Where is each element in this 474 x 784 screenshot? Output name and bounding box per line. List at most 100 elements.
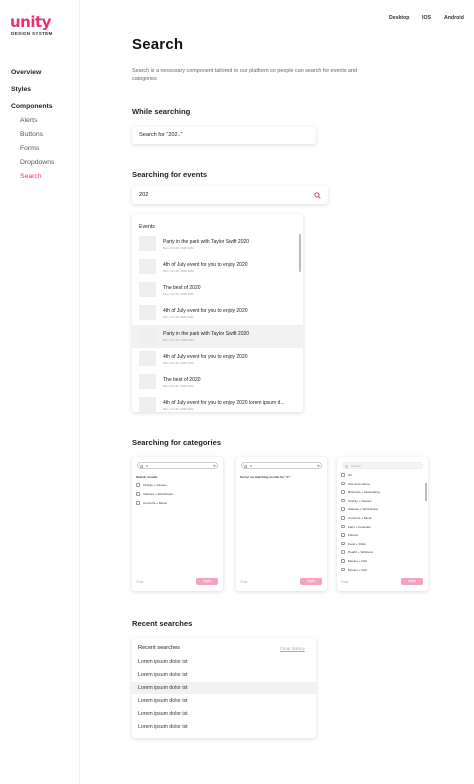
clear-button[interactable]: Clear [136, 580, 144, 584]
logo: unity [10, 13, 51, 31]
apply-button[interactable]: Apply [196, 578, 218, 585]
events-search-input[interactable]: 202 [132, 186, 328, 204]
category-option[interactable]: Charity + Causes [348, 499, 372, 503]
categories-search-heading: Searching for categories [132, 438, 222, 447]
search-icon [140, 464, 144, 468]
category-option[interactable]: Movies + Film [348, 568, 367, 572]
category-option[interactable]: Concerts + Music [143, 501, 167, 505]
categories-panel-results: C ✕ Search results Charity + Causes Clas… [132, 457, 223, 591]
category-search-value: C [250, 464, 253, 468]
clear-button[interactable]: Clear [240, 580, 248, 584]
nav-alerts[interactable]: Alerts [20, 117, 37, 124]
category-option[interactable]: Food + Drink [348, 542, 366, 546]
category-option[interactable]: Business + Networking [348, 490, 380, 494]
topnav-desktop[interactable]: Desktop [389, 15, 409, 21]
event-thumbnail [139, 328, 156, 343]
event-thumbnail [139, 351, 156, 366]
event-title[interactable]: The best of 2020 [163, 377, 201, 383]
event-title[interactable]: 4th of July event for you to enjoy 2020 [163, 308, 248, 314]
category-option[interactable]: Health + Wellness [348, 550, 373, 554]
topnav-android[interactable]: Android [444, 15, 464, 21]
checkbox[interactable] [341, 541, 345, 546]
category-option[interactable]: Arts and culture [348, 482, 370, 486]
event-title[interactable]: Party in the park with Taylor Swift 2020 [163, 239, 249, 245]
recent-search-item[interactable]: Lorem ipsum dolor ist [138, 685, 188, 691]
recent-search-item[interactable]: Lorem ipsum dolor ist [138, 724, 188, 730]
nav-search[interactable]: Search [20, 173, 42, 180]
search-input-value: Search for “202..” [139, 132, 183, 138]
checkbox[interactable] [341, 524, 345, 529]
checkbox[interactable] [136, 501, 140, 505]
checkbox[interactable] [341, 559, 345, 563]
recent-search-item[interactable]: Lorem ipsum dolor ist [138, 659, 188, 665]
clear-icon[interactable]: ✕ [213, 464, 216, 468]
recent-searches-heading: Recent searches [132, 619, 193, 628]
search-icon[interactable] [314, 192, 321, 199]
search-icon [244, 464, 248, 468]
page-title: Search [132, 36, 184, 53]
event-date: Mon, Oct 26, 2020 2AM [163, 361, 194, 365]
page-intro: Search is a necessary component tailored… [132, 68, 358, 82]
event-title[interactable]: Party in the park with Taylor Swift 2020 [163, 331, 249, 337]
category-search-placeholder: Search [351, 464, 361, 468]
category-option[interactable]: Classes + Workshops [348, 507, 378, 511]
event-title[interactable]: The best of 2020 [163, 285, 201, 291]
checkbox[interactable] [136, 492, 140, 496]
checkbox[interactable] [341, 550, 345, 554]
recent-search-item[interactable]: Lorem ipsum dolor ist [138, 698, 188, 704]
nav-forms[interactable]: Forms [20, 145, 39, 152]
clear-icon[interactable]: ✕ [317, 464, 320, 468]
events-dropdown: Events Party in the park with Taylor Swi… [132, 214, 303, 412]
event-date: Mon, Oct 26, 2020 2AM [163, 315, 194, 319]
clear-history-link[interactable]: Clear history [280, 646, 305, 651]
category-option[interactable]: Fairs + Festivals [348, 525, 371, 529]
checkbox[interactable] [341, 507, 345, 511]
checkbox[interactable] [341, 481, 345, 486]
nav-overview[interactable]: Overview [11, 69, 41, 76]
apply-button[interactable]: Apply [401, 578, 423, 585]
category-option[interactable]: Movies + Film [348, 559, 367, 563]
categories-panel-all: Search All Arts and culture Business + Net… [337, 457, 428, 591]
event-thumbnail [139, 236, 156, 251]
event-title[interactable]: 4th of July event for you to enjoy 2020 [163, 262, 248, 268]
category-option[interactable]: All [348, 473, 351, 477]
event-thumbnail [139, 282, 156, 297]
event-title[interactable]: 4th of July event for you to enjoy 2020 … [163, 400, 284, 406]
category-option[interactable]: Charity + Causes [143, 483, 167, 487]
checkbox[interactable] [341, 473, 345, 477]
category-search-input[interactable]: C ✕ [241, 462, 322, 469]
event-date: Mon, Oct 26, 2020 2AM [163, 246, 194, 250]
events-list-title: Events [139, 224, 155, 230]
scrollbar[interactable] [425, 483, 427, 501]
checkbox[interactable] [136, 483, 140, 487]
events-search-value: 202 [139, 191, 149, 198]
checkbox[interactable] [341, 516, 345, 520]
event-date: Mon, Oct 26, 2020 2AM [163, 269, 194, 273]
checkbox[interactable] [341, 498, 345, 503]
event-thumbnail [139, 305, 156, 320]
while-searching-heading: While searching [132, 107, 191, 116]
clear-button[interactable]: Clear [341, 580, 349, 584]
logo-subtitle: DESIGN SYSTEM [11, 31, 53, 36]
topnav-ios[interactable]: IOS [422, 15, 431, 21]
scrollbar[interactable] [299, 234, 301, 272]
event-title[interactable]: 4th of July event for you to enjoy 2020 [163, 354, 248, 360]
category-search-value: C [146, 464, 149, 468]
search-input[interactable]: Search for “202..” [132, 127, 316, 144]
apply-button[interactable]: Apply [300, 578, 322, 585]
category-option[interactable]: Classes + Workshops [143, 492, 173, 496]
nav-components[interactable]: Components [11, 103, 53, 110]
checkbox[interactable] [341, 490, 345, 494]
checkbox[interactable] [341, 533, 345, 537]
nav-styles[interactable]: Styles [11, 86, 31, 93]
category-search-input[interactable]: C ✕ [137, 462, 218, 469]
sidebar: unity DESIGN SYSTEM Overview Styles Comp… [0, 0, 80, 784]
category-option[interactable]: Fitness [348, 533, 358, 537]
recent-search-item[interactable]: Lorem ipsum dolor ist [138, 672, 188, 678]
category-search-input[interactable]: Search [342, 462, 423, 469]
nav-buttons[interactable]: Buttons [20, 131, 43, 138]
checkbox[interactable] [341, 567, 345, 572]
nav-dropdowns[interactable]: Dropdowns [20, 159, 54, 166]
category-option[interactable]: Concerts + Music [348, 516, 372, 520]
recent-search-item[interactable]: Lorem ipsum dolor ist [138, 711, 188, 717]
